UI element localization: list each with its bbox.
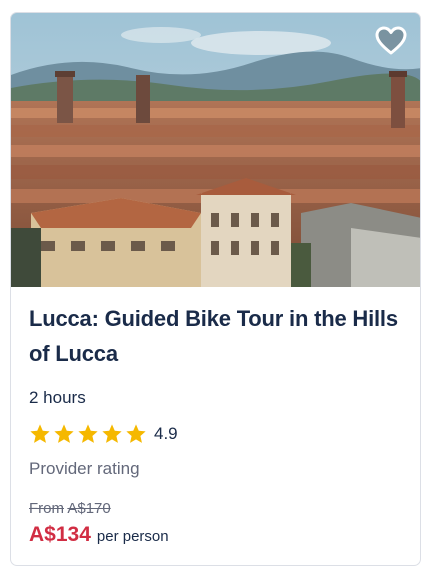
heart-icon	[375, 26, 407, 55]
star-icon	[54, 424, 74, 443]
price-unit: per person	[96, 528, 169, 545]
rating-score: 4.9	[154, 424, 178, 443]
star-icon	[78, 424, 98, 443]
activity-title[interactable]: Lucca: Guided Bike Tour in the Hills of …	[29, 301, 402, 371]
original-price: A$170	[67, 500, 111, 517]
wishlist-button[interactable]	[374, 25, 408, 57]
current-price: A$134	[29, 523, 91, 546]
lucca-cityscape-image	[11, 13, 420, 287]
rating-caption: Provider rating	[29, 459, 140, 478]
activity-card[interactable]: Lucca: Guided Bike Tour in the Hills of …	[10, 12, 421, 566]
star-icon	[30, 424, 50, 443]
rating-row: 4.9	[29, 423, 402, 445]
original-price-row: From A$170	[29, 500, 402, 517]
star-icon	[102, 424, 122, 443]
tour-photo[interactable]	[11, 13, 420, 287]
star-icon	[126, 424, 146, 443]
duration-text: 2 hours	[29, 388, 86, 407]
current-price-row: A$134 per person	[29, 523, 402, 547]
star-rating	[29, 423, 147, 445]
from-label: From	[29, 500, 64, 517]
